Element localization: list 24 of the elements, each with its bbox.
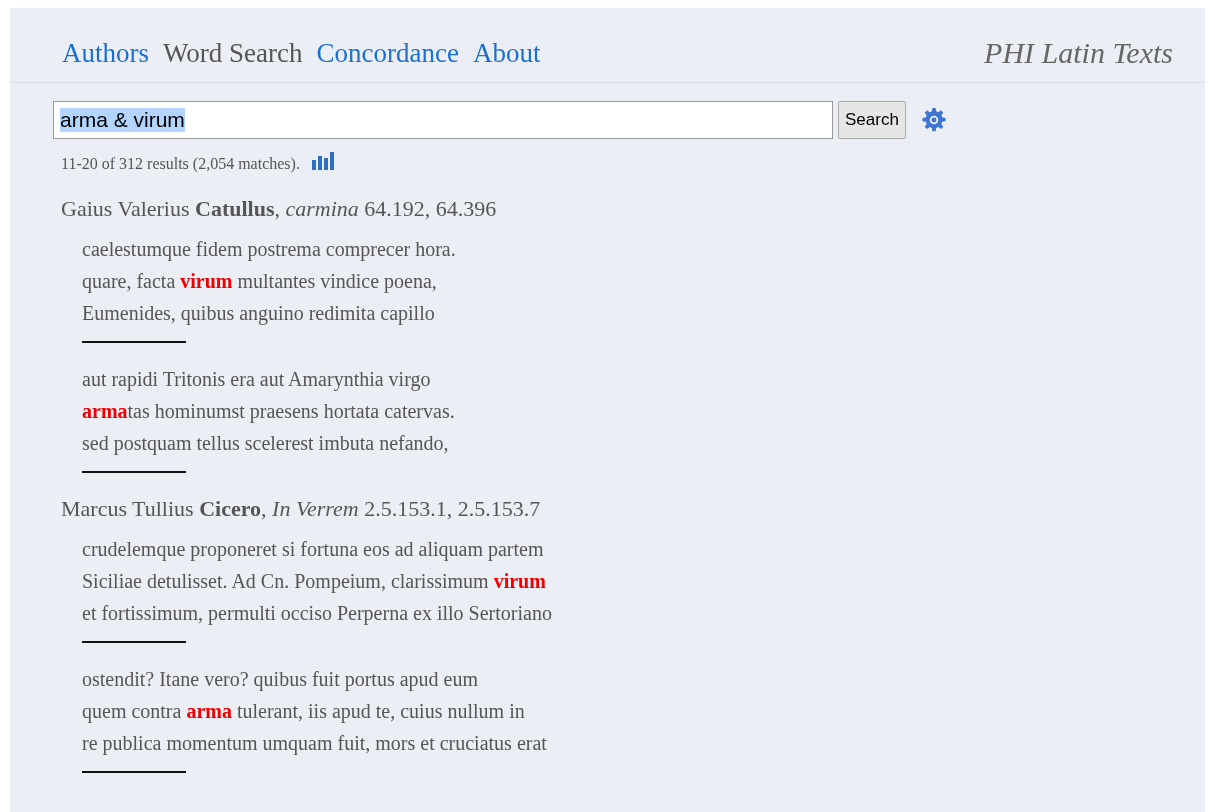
verse-line: ostendit? Itane vero? quibus fuit portus apud eum (82, 667, 479, 693)
verse-line: Siciliae detulisset. Ad Cn. Pompeium, clarissimum virum (82, 569, 547, 595)
results-summary: 11-20 of 312 results (2,054 matches). (61, 155, 300, 173)
search-button[interactable]: Search (838, 101, 906, 139)
search-field[interactable]: arma & virum (53, 101, 833, 139)
citation-heading: Gaius Valerius Catullus, carmina 64.192, 64.396 (61, 195, 498, 223)
nav-link[interactable]: Authors (62, 37, 149, 69)
verse-line: aut rapidi Tritonis era aut Amarynthia virgo (82, 367, 432, 393)
nav-link[interactable]: About (472, 37, 541, 69)
verse-line: re publica momentum umquam fuit, mors et cruciatus erat (82, 731, 548, 757)
verse-line: quare, facta virum multantes vindice poena, (82, 269, 438, 295)
verse-line: Eumenides, quibus anguino redimita capillo (82, 301, 436, 327)
settings-icon[interactable] (920, 107, 947, 133)
site-title: PHI Latin Texts (984, 36, 1173, 70)
verse-line: crudelemque proponeret si fortuna eos ad aliquam partem (82, 537, 545, 563)
nav-link[interactable]: Word Search (163, 37, 303, 69)
verse-line: armatas hominumst praesens hortata catervas. (82, 399, 456, 425)
verse-line: et fortissimum, permulti occiso Perperna ex illo Sertoriano (82, 601, 553, 627)
citation-heading: Marcus Tullius Cicero, In Verrem 2.5.153.1, 2.5.153.7 (61, 495, 542, 523)
verse-line: caelestumque fidem postrema comprecer hora. (82, 237, 457, 263)
nav-link[interactable]: Concordance (316, 37, 459, 69)
verse-line: sed postquam tellus scelerest imbuta nefando, (82, 431, 450, 457)
bar-chart-icon[interactable] (311, 152, 334, 170)
verse-line: quem contra arma tulerant, iis apud te, cuius nullum in (82, 699, 526, 725)
